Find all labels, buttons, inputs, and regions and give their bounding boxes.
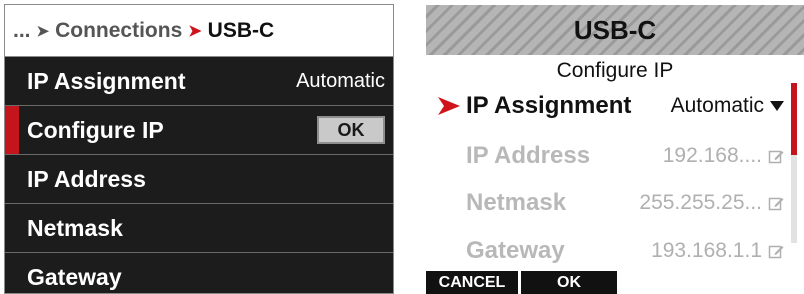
- menu-item-value: Automatic: [296, 69, 385, 92]
- menu-item-label: Gateway: [27, 263, 122, 290]
- edit-icon: [768, 197, 784, 211]
- configure-ip-ok-button[interactable]: OK: [317, 116, 385, 144]
- field-label: Netmask: [466, 189, 567, 216]
- field-value: 193.168.1.1: [651, 239, 762, 262]
- connections-menu-panel: ... ➤ Connections ➤ USB-C IP Assignment …: [4, 4, 394, 294]
- menu-item-netmask[interactable]: Netmask: [5, 204, 393, 253]
- selection-arrow-icon: [426, 97, 466, 115]
- dialog-title: USB-C: [426, 5, 804, 55]
- netmask-input: 255.255.25...: [639, 191, 784, 215]
- menu-item-ip-assignment[interactable]: IP Assignment Automatic: [5, 57, 393, 106]
- menu-item-configure-ip[interactable]: Configure IP OK: [5, 106, 393, 155]
- chevron-down-icon: [770, 101, 784, 111]
- breadcrumb-ellipsis[interactable]: ...: [13, 19, 31, 43]
- field-netmask: Netmask 255.255.25...: [426, 180, 784, 226]
- gateway-input: 193.168.1.1: [651, 239, 784, 263]
- menu-item-label: Netmask: [27, 214, 123, 241]
- ip-address-input: 192.168....: [663, 144, 784, 168]
- field-label: IP Assignment: [466, 92, 632, 119]
- ok-button[interactable]: OK: [521, 271, 617, 294]
- edit-icon: [768, 245, 784, 259]
- breadcrumb-separator-icon: ➤: [36, 22, 50, 40]
- field-label: Gateway: [466, 237, 565, 264]
- menu-item-label: Configure IP: [27, 116, 164, 143]
- breadcrumb: ... ➤ Connections ➤ USB-C: [5, 5, 393, 57]
- field-value: 192.168....: [662, 144, 762, 167]
- field-value: 255.255.25...: [639, 191, 762, 214]
- scrollbar[interactable]: [791, 83, 797, 243]
- cancel-button[interactable]: CANCEL: [426, 271, 518, 294]
- softkey-bar: CANCEL OK: [426, 271, 617, 294]
- field-ip-assignment[interactable]: IP Assignment Automatic: [426, 83, 784, 129]
- breadcrumb-current: USB-C: [207, 18, 275, 42]
- menu-item-label: IP Address: [27, 165, 146, 192]
- ip-assignment-select[interactable]: Automatic: [671, 94, 784, 118]
- edit-icon: [768, 150, 784, 164]
- field-value: Automatic: [670, 94, 764, 117]
- field-label: IP Address: [466, 142, 591, 169]
- scrollbar-thumb[interactable]: [791, 83, 797, 155]
- configure-ip-dialog: USB-C Configure IP IP Assignment Automat…: [426, 5, 804, 294]
- breadcrumb-current-arrow-icon: ➤: [188, 22, 202, 40]
- field-ip-address: IP Address 192.168....: [426, 133, 784, 179]
- breadcrumb-parent[interactable]: Connections: [55, 19, 182, 43]
- menu-item-ip-address[interactable]: IP Address: [5, 155, 393, 204]
- menu-item-gateway[interactable]: Gateway: [5, 253, 393, 293]
- field-gateway: Gateway 193.168.1.1: [426, 228, 784, 274]
- menu-item-label: IP Assignment: [27, 67, 186, 94]
